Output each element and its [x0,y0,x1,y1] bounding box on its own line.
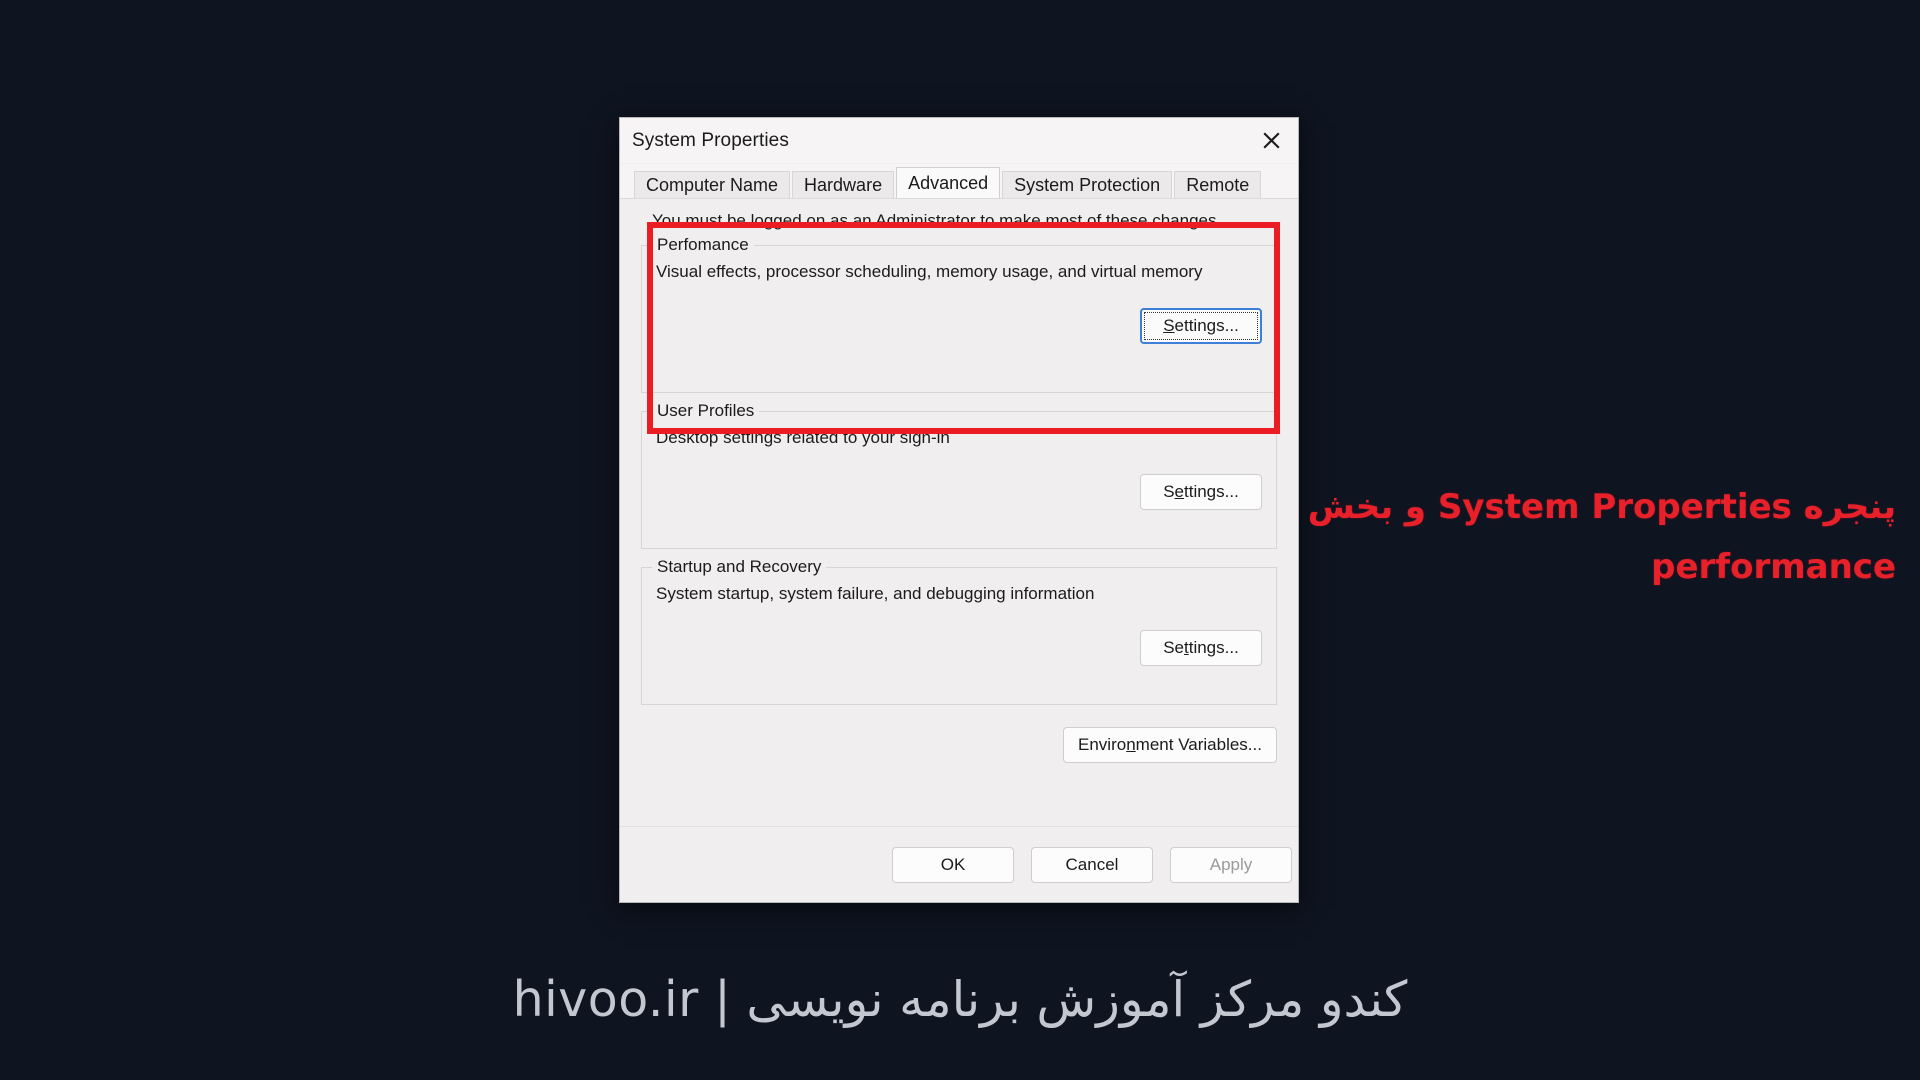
user-profiles-settings-label-rest: ttings... [1184,482,1239,501]
close-icon[interactable] [1244,118,1298,163]
performance-group: Perfomance Visual effects, processor sch… [641,235,1277,393]
tab-system-protection[interactable]: System Protection [1002,171,1173,198]
user-profiles-group: User Profiles Desktop settings related t… [641,401,1277,549]
startup-recovery-group-label: Startup and Recovery [652,557,827,577]
performance-button-row: Settings... [656,308,1262,344]
performance-group-label: Perfomance [652,235,754,255]
performance-settings-label-rest: ettings... [1174,316,1239,335]
tab-computer-name[interactable]: Computer Name [634,171,791,198]
user-profiles-button-row: Se ttings... [656,474,1262,510]
startup-recovery-settings-label-pre: Se [1163,638,1184,657]
watermark-text: کندو مرکز آموزش برنامه نویسی | hivoo.ir [512,971,1408,1028]
ok-button[interactable]: OK [892,846,1014,883]
environment-variables-label-pre: Enviro [1078,735,1127,754]
tab-hardware[interactable]: Hardware [792,171,895,198]
environment-variables-row: Enviro n ment Variables... [641,727,1277,763]
user-profiles-settings-label-pre: S [1163,482,1175,501]
performance-settings-mnemonic: S [1163,316,1175,335]
system-properties-dialog: System Properties Computer Name Hardware… [619,117,1299,903]
startup-recovery-settings-button[interactable]: Se t tings... [1140,630,1262,666]
dialog-footer: OK Cancel Apply [620,826,1298,902]
dialog-title: System Properties [632,129,789,151]
dialog-titlebar[interactable]: System Properties [620,118,1298,164]
tab-remote[interactable]: Remote [1174,171,1262,198]
environment-variables-label-rest: ment Variables... [1135,735,1262,754]
desktop-background: System Properties Computer Name Hardware… [0,0,1920,1080]
administrator-note: You must be logged on as an Administrato… [652,211,1222,230]
startup-recovery-settings-label-rest: tings... [1188,638,1239,657]
performance-settings-button[interactable]: Settings... [1140,308,1262,344]
tab-advanced[interactable]: Advanced [896,167,1001,198]
annotation-text: پنجره System Properties و بخش performanc… [1296,478,1896,597]
user-profiles-settings-mnemonic: e [1174,482,1184,501]
startup-recovery-group: Startup and Recovery System startup, sys… [641,557,1277,705]
annotation-line-2: performance [1651,546,1896,587]
annotation-line-1: پنجره System Properties و بخش [1307,487,1896,527]
environment-variables-button[interactable]: Enviro n ment Variables... [1063,727,1277,763]
environment-variables-mnemonic: n [1126,735,1136,754]
user-profiles-settings-button[interactable]: Se ttings... [1140,474,1262,510]
apply-button: Apply [1170,846,1292,883]
cancel-button[interactable]: Cancel [1031,846,1153,883]
tab-strip: Computer Name Hardware Advanced System P… [620,164,1298,198]
user-profiles-group-label: User Profiles [652,401,760,421]
advanced-tab-panel: You must be logged on as an Administrato… [620,198,1298,826]
startup-recovery-button-row: Se t tings... [656,630,1262,666]
